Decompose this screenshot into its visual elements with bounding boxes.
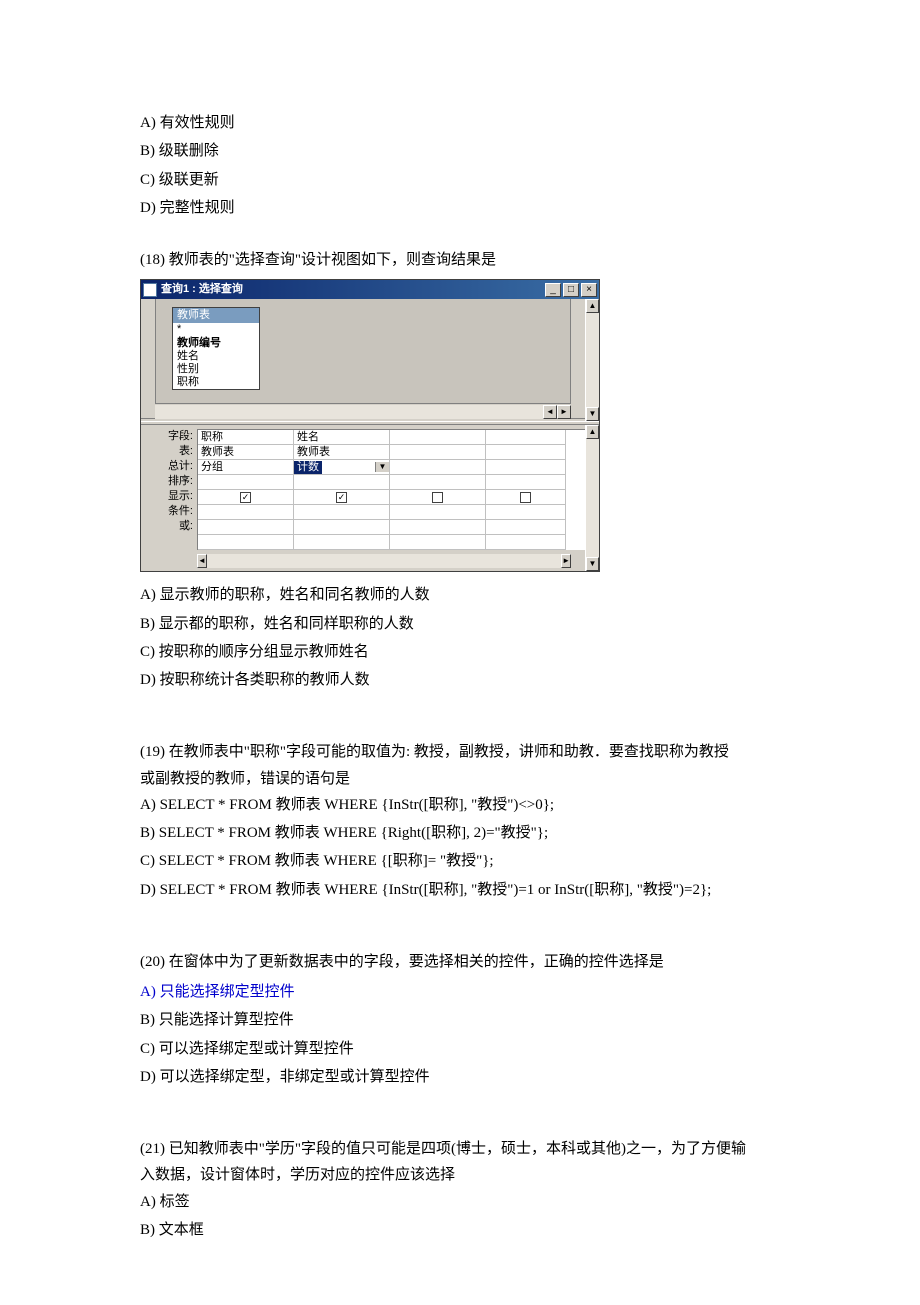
scroll-down-icon[interactable]: ▼ bbox=[586, 407, 599, 421]
grid-cell-field[interactable] bbox=[390, 430, 486, 445]
field-item[interactable]: 教师编号 bbox=[173, 337, 259, 350]
grid-cell-table[interactable]: 教师表 bbox=[198, 445, 294, 460]
q18-text: (18) 教师表的"选择查询"设计视图如下，则查询结果是 bbox=[140, 247, 780, 273]
app-icon bbox=[143, 283, 157, 297]
dropdown-icon[interactable]: ▼ bbox=[375, 462, 389, 472]
q21-opt-a: A) 标签 bbox=[140, 1189, 780, 1215]
grid-cell-field[interactable]: 职称 bbox=[198, 430, 294, 445]
scroll-right-icon[interactable]: ► bbox=[557, 405, 571, 419]
q20-opt-c: C) 可以选择绑定型或计算型控件 bbox=[140, 1036, 780, 1062]
minimize-button[interactable]: _ bbox=[545, 283, 561, 297]
grid-cell-total-selected[interactable]: 计数 ▼ bbox=[294, 460, 390, 475]
show-checkbox[interactable]: ✓ bbox=[294, 490, 390, 505]
scroll-up-icon[interactable]: ▲ bbox=[586, 299, 599, 313]
field-item[interactable]: 性别 bbox=[173, 363, 259, 376]
q21-text-1: (21) 已知教师表中"学历"字段的值只可能是四项(博士，硕士，本科或其他)之一… bbox=[140, 1136, 780, 1162]
scroll-left-icon[interactable]: ◄ bbox=[543, 405, 557, 419]
q18-opt-c: C) 按职称的顺序分组显示教师姓名 bbox=[140, 639, 780, 665]
scroll-up-icon[interactable]: ▲ bbox=[586, 425, 599, 439]
show-checkbox[interactable] bbox=[486, 490, 566, 505]
scroll-right-icon[interactable]: ► bbox=[561, 554, 571, 568]
table-pane: 教师表 * 教师编号 姓名 性别 职称 bbox=[141, 299, 585, 419]
maximize-button[interactable]: □ bbox=[563, 283, 579, 297]
q17-opt-c: C) 级联更新 bbox=[140, 167, 780, 193]
q19-text-2: 或副教授的教师，错误的语句是 bbox=[140, 766, 780, 792]
lower-vscroll[interactable]: ▲ ▼ bbox=[585, 425, 599, 571]
grid-cell-field[interactable] bbox=[486, 430, 566, 445]
q18-opt-a: A) 显示教师的职称，姓名和同名教师的人数 bbox=[140, 582, 780, 608]
q17-opt-d: D) 完整性规则 bbox=[140, 195, 780, 221]
q21-text-2: 入数据，设计窗体时，学历对应的控件应该选择 bbox=[140, 1162, 780, 1188]
grid-cell-table[interactable]: 教师表 bbox=[294, 445, 390, 460]
q18-opt-b: B) 显示都的职称，姓名和同样职称的人数 bbox=[140, 611, 780, 637]
grid-cell-total[interactable]: 分组 bbox=[198, 460, 294, 475]
q18-opt-d: D) 按职称统计各类职称的教师人数 bbox=[140, 667, 780, 693]
field-item[interactable]: * bbox=[173, 323, 259, 336]
upper-vscroll[interactable]: ▲ ▼ bbox=[585, 299, 599, 421]
titlebar: 查询1 : 选择查询 _ □ × bbox=[141, 280, 599, 299]
window-title: 查询1 : 选择查询 bbox=[161, 283, 543, 296]
design-grid: 字段: 表: 总计: 排序: 显示: 条件: 或: 职称 姓名 bbox=[141, 425, 585, 554]
grid-table[interactable]: 职称 姓名 教师表 教师表 分组 计数 bbox=[197, 429, 585, 550]
field-list[interactable]: 教师表 * 教师编号 姓名 性别 职称 bbox=[172, 307, 260, 390]
scroll-left-icon[interactable]: ◄ bbox=[197, 554, 207, 568]
scroll-down-icon[interactable]: ▼ bbox=[586, 557, 599, 571]
q20-opt-a: A) 只能选择绑定型控件 bbox=[140, 979, 780, 1005]
q20-opt-d: D) 可以选择绑定型，非绑定型或计算型控件 bbox=[140, 1064, 780, 1090]
show-checkbox[interactable] bbox=[390, 490, 486, 505]
q19-opt-a: A) SELECT * FROM 教师表 WHERE {InStr([职称], … bbox=[140, 792, 780, 818]
field-item[interactable]: 姓名 bbox=[173, 350, 259, 363]
lower-hscroll[interactable]: ◄ ► bbox=[197, 554, 571, 568]
q17-opt-a: A) 有效性规则 bbox=[140, 110, 780, 136]
q20-text: (20) 在窗体中为了更新数据表中的字段，要选择相关的控件，正确的控件选择是 bbox=[140, 949, 780, 975]
q19-opt-d: D) SELECT * FROM 教师表 WHERE {InStr([职称], … bbox=[140, 877, 780, 903]
field-item[interactable]: 职称 bbox=[173, 376, 259, 389]
q21-opt-b: B) 文本框 bbox=[140, 1217, 780, 1243]
q20-opt-b: B) 只能选择计算型控件 bbox=[140, 1007, 780, 1033]
close-button[interactable]: × bbox=[581, 283, 597, 297]
q17-opt-b: B) 级联删除 bbox=[140, 138, 780, 164]
q19-text-1: (19) 在教师表中"职称"字段可能的取值为: 教授，副教授，讲师和助教．要查找… bbox=[140, 739, 780, 765]
show-checkbox[interactable]: ✓ bbox=[198, 490, 294, 505]
q19-opt-b: B) SELECT * FROM 教师表 WHERE {Right([职称], … bbox=[140, 820, 780, 846]
access-query-window: 查询1 : 选择查询 _ □ × 教师表 * 教师编号 姓名 性别 职称 bbox=[140, 279, 600, 572]
grid-cell-field[interactable]: 姓名 bbox=[294, 430, 390, 445]
q19-opt-c: C) SELECT * FROM 教师表 WHERE {[职称]= "教授"}; bbox=[140, 848, 780, 874]
field-list-title: 教师表 bbox=[173, 308, 259, 323]
grid-row-labels: 字段: 表: 总计: 排序: 显示: 条件: 或: bbox=[141, 429, 197, 550]
